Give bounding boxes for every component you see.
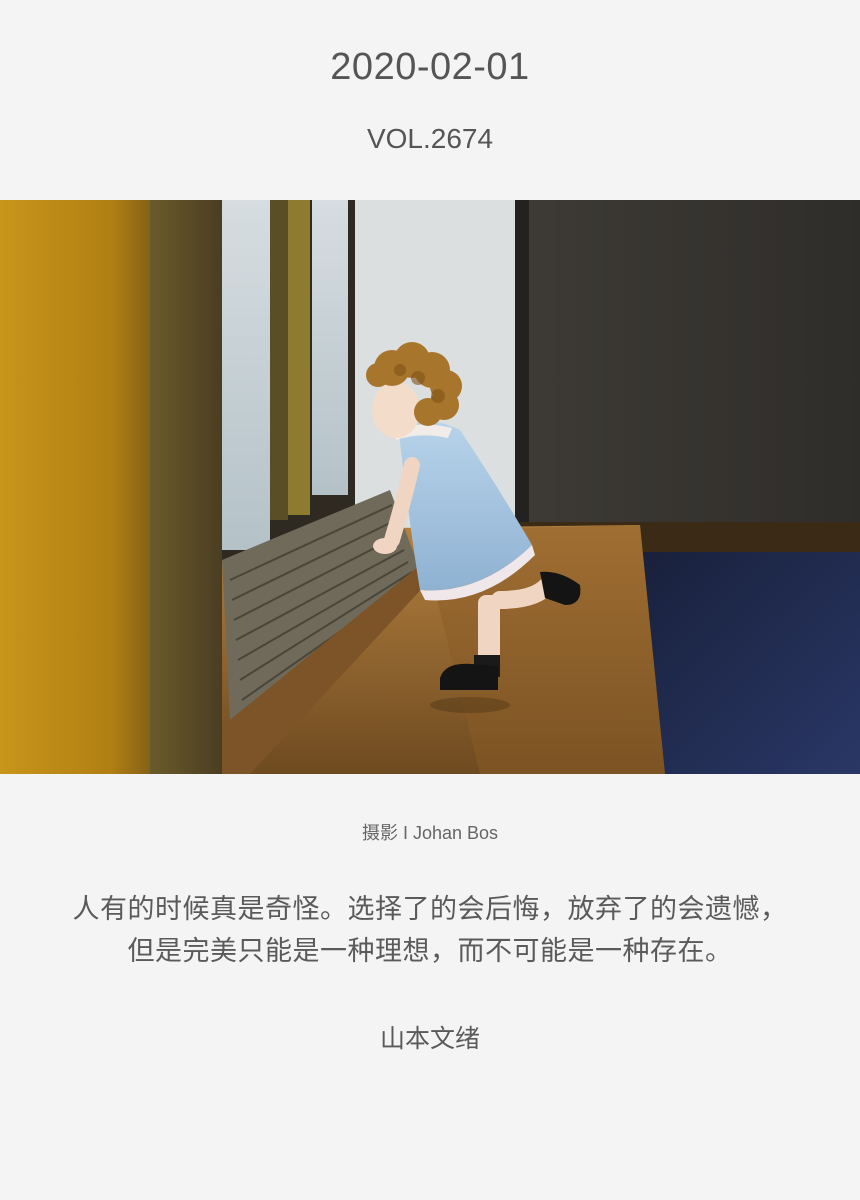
featured-photo xyxy=(0,200,860,774)
quote-line: 人有的时候真是奇怪。选择了的会后悔，放弃了的会遗憾， xyxy=(72,894,788,924)
quote-text: 人有的时候真是奇怪。选择了的会后悔，放弃了的会遗憾， 但是完美只能是一种理想，而… xyxy=(20,888,840,972)
header: 2020-02-01 VOL.2674 xyxy=(0,0,860,200)
quote-line: 但是完美只能是一种理想，而不可能是一种存在。 xyxy=(127,936,733,966)
volume-number: VOL.2674 xyxy=(366,123,494,154)
issue-date: 2020-02-01 xyxy=(330,46,530,88)
quote-author: 山本文绪 xyxy=(379,1025,480,1053)
photo-credit: 摄影 I Johan Bos xyxy=(361,823,499,843)
